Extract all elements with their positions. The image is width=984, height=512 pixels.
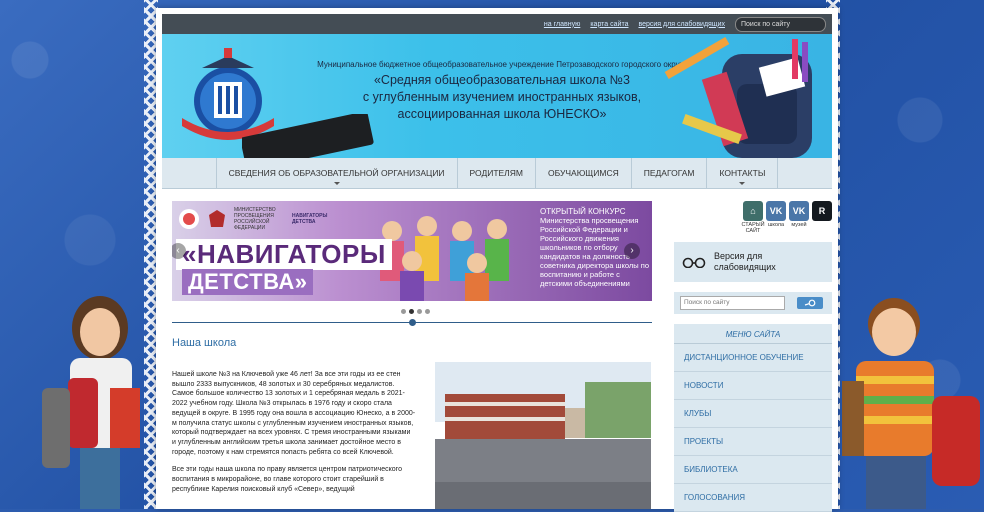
vk-icon: VK <box>789 201 809 221</box>
social-vk-school[interactable]: VK школа <box>766 201 786 234</box>
backpack-image <box>664 37 812 158</box>
nav-label-contacts: Контакты <box>719 168 766 178</box>
sidebar-search: Поиск по сайту <box>674 292 832 314</box>
low-vision-link[interactable]: версия для слабовидящих <box>638 21 725 28</box>
nav-item-teachers[interactable]: Педагогам <box>630 158 707 188</box>
glasses-icon <box>682 257 706 268</box>
title-line-1: «Средняя общеобразовательная школа №3 <box>373 73 631 87</box>
menu-item-projects[interactable]: Проекты <box>674 428 832 456</box>
low-vision-label-2: слабовидящих <box>714 262 776 272</box>
title-line-2: с углубленным изучением иностранных язык… <box>362 90 642 104</box>
low-vision-label: Версия для слабовидящих <box>714 251 776 273</box>
social-label-old-site: СТАРЫЙ САЙТ <box>741 222 765 234</box>
top-search-input[interactable]: Поиск по сайту <box>735 16 826 32</box>
divider-dot <box>409 319 416 326</box>
nav-label-students: Обучающимся <box>547 168 619 178</box>
chevron-down-icon <box>739 182 746 185</box>
social-links: ⌂ СТАРЫЙ САЙТ VK школа VK музей R <box>674 201 832 234</box>
nav-item-contacts[interactable]: Контакты <box>706 158 779 188</box>
title-line-3: ассоциированная школа ЮНЕСКО» <box>397 107 607 121</box>
social-label-museum: музей <box>791 222 807 228</box>
main-page: на главную карта сайта версия для слабов… <box>156 8 838 512</box>
home-link[interactable]: на главную <box>544 21 580 28</box>
section-title: Наша школа <box>172 337 237 349</box>
menu-item-distance[interactable]: Дистанционное обучение <box>674 344 832 372</box>
org-line: Муниципальное бюджетное общеобразователь… <box>317 60 687 69</box>
social-rutube[interactable]: R <box>812 201 832 234</box>
nav-label-parents: Родителям <box>469 168 523 178</box>
slider-next-button[interactable]: › <box>624 243 640 259</box>
emblem-icon <box>209 210 225 227</box>
sitemap-link[interactable]: карта сайта <box>590 21 628 28</box>
article-paragraph-2: Все эти годы наша школа по праву являетс… <box>172 466 402 493</box>
menu-item-news[interactable]: Новости <box>674 372 832 400</box>
sidebar: ⌂ СТАРЫЙ САЙТ VK школа VK музей R Версия… <box>674 201 832 512</box>
menu-item-polls[interactable]: Голосования <box>674 484 832 512</box>
slider-dots <box>401 309 430 314</box>
low-vision-button[interactable]: Версия для слабовидящих <box>674 242 832 282</box>
low-vision-label-1: Версия для <box>714 251 763 261</box>
slider-banner[interactable]: МИНИСТЕРСТВО ПРОСВЕЩЕНИЯ РОССИЙСКОЙ ФЕДЕ… <box>172 201 652 301</box>
navigators-logo-text: НАВИГАТОРЫ ДЕТСТВА <box>292 213 328 225</box>
nav-label-org-info: Сведения об образовательной организации <box>228 168 445 178</box>
site-menu-title: МЕНЮ САЙТА <box>674 324 832 344</box>
top-bar: на главную карта сайта версия для слабов… <box>162 14 832 34</box>
nav-item-parents[interactable]: Родителям <box>456 158 535 188</box>
ministry-logo-text: МИНИСТЕРСТВО ПРОСВЕЩЕНИЯ РОССИЙСКОЙ ФЕДЕ… <box>234 207 276 231</box>
menu-item-library[interactable]: Библиотека <box>674 456 832 484</box>
school-photo <box>435 362 651 509</box>
banner-headline-1: «НАВИГАТОРЫ <box>176 239 392 270</box>
slider-dot-active[interactable] <box>409 309 414 314</box>
nav-item-students[interactable]: Обучающимся <box>534 158 631 188</box>
header-banner: Муниципальное бюджетное общеобразователь… <box>162 34 832 158</box>
menu-item-clubs[interactable]: Клубы <box>674 400 832 428</box>
banner-right-heading: ОТКРЫТЫЙ КОНКУРС <box>540 207 626 216</box>
slider-dot[interactable] <box>417 309 422 314</box>
search-icon <box>804 299 816 307</box>
rutube-icon: R <box>812 201 832 221</box>
site-menu: МЕНЮ САЙТА Дистанционное обучение Новост… <box>674 324 832 512</box>
banner-logos: МИНИСТЕРСТВО ПРОСВЕЩЕНИЯ РОССИЙСКОЙ ФЕДЕ… <box>178 207 332 231</box>
article-paragraph-1: Нашей школе №3 на Ключевой уже 46 лет! З… <box>172 371 416 456</box>
chevron-down-icon <box>333 182 340 185</box>
social-label-school: школа <box>767 222 785 228</box>
slider-dot[interactable] <box>425 309 430 314</box>
article-text: Нашей школе №3 на Ключевой уже 46 лет! З… <box>172 370 416 502</box>
header-text: Муниципальное бюджетное общеобразователь… <box>312 60 692 123</box>
sidebar-search-input[interactable]: Поиск по сайту <box>680 296 785 310</box>
rdsh-logo-icon <box>179 209 199 229</box>
social-vk-museum[interactable]: VK музей <box>789 201 809 234</box>
vk-icon: VK <box>766 201 786 221</box>
slider-dot[interactable] <box>401 309 406 314</box>
main-nav: Сведения об образовательной организации … <box>162 158 832 189</box>
girl-illustration <box>42 296 140 509</box>
social-old-site[interactable]: ⌂ СТАРЫЙ САЙТ <box>741 201 765 234</box>
banner-headline-2: ДЕТСТВА» <box>182 269 314 295</box>
nav-label-teachers: Педагогам <box>643 168 695 178</box>
boy-illustration <box>842 298 980 509</box>
sidebar-search-button[interactable] <box>797 297 823 309</box>
nav-item-org-info[interactable]: Сведения об образовательной организации <box>215 158 457 188</box>
old-site-icon: ⌂ <box>743 201 763 221</box>
